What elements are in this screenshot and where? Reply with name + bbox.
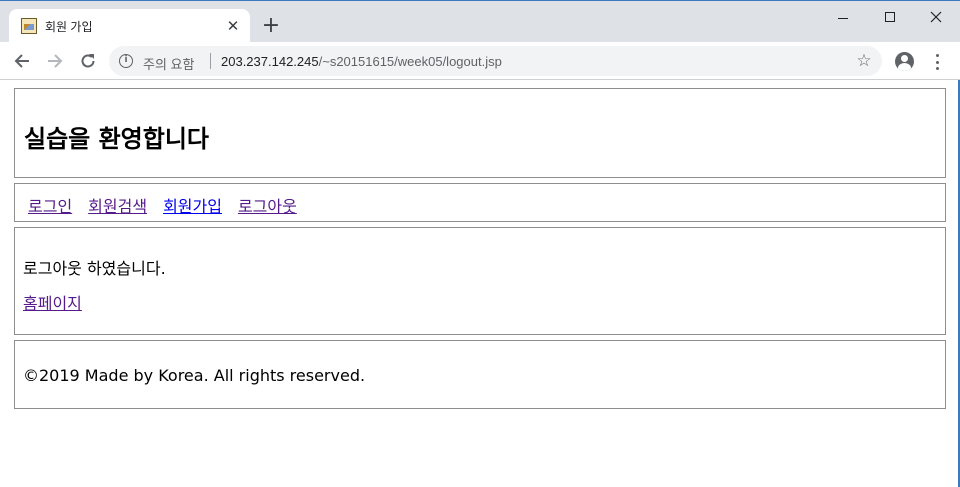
page-nav: 로그인 회원검색 회원가입 로그아웃: [14, 183, 946, 222]
address-bar[interactable]: i 주의 요함 203.237.142.245/~s20151615/week0…: [109, 46, 882, 76]
menu-dot: [935, 67, 939, 70]
page-header: 실습을 환영합니다: [14, 88, 946, 178]
nav-link-member-search[interactable]: 회원검색: [88, 193, 147, 217]
star-icon[interactable]: ☆: [855, 52, 873, 70]
maximize-icon: [885, 12, 895, 22]
tab-strip: 회원 가입 ✕ +: [0, 0, 960, 43]
home-link[interactable]: 홈페이지: [23, 290, 82, 314]
favicon-icon: [21, 18, 37, 34]
back-button[interactable]: [10, 49, 34, 73]
logout-message: 로그아웃 하였습니다.: [23, 259, 166, 278]
page-viewport: 실습을 환영합니다 로그인 회원검색 회원가입 로그아웃 로그아웃 하였습니다.…: [0, 80, 960, 487]
minimize-button[interactable]: [820, 5, 866, 29]
reload-button[interactable]: [76, 49, 100, 73]
close-window-button[interactable]: [913, 5, 959, 29]
url-text[interactable]: 203.237.142.245/~s20151615/week05/logout…: [221, 54, 502, 69]
new-tab-icon[interactable]: +: [260, 15, 282, 37]
close-tab-icon[interactable]: ✕: [223, 16, 243, 36]
browser-toolbar: i 주의 요함 203.237.142.245/~s20151615/week0…: [0, 42, 960, 80]
menu-dot: [935, 54, 939, 57]
tab-title: 회원 가입: [45, 20, 93, 34]
footer-text: ©2019 Made by Korea. All rights reserved…: [23, 366, 366, 385]
page-footer: ©2019 Made by Korea. All rights reserved…: [14, 340, 946, 409]
nav-links: 로그인 회원검색 회원가입 로그아웃: [28, 193, 297, 217]
url-host: 203.237.142.245: [221, 54, 319, 69]
browser-tab[interactable]: 회원 가입 ✕: [9, 9, 250, 43]
reload-icon: [81, 54, 95, 68]
forward-button[interactable]: [43, 49, 67, 73]
minimize-icon: [838, 17, 848, 19]
url-path: /~s20151615/week05/logout.jsp: [318, 54, 502, 69]
nav-link-signup[interactable]: 회원가입: [163, 193, 222, 217]
security-label[interactable]: 주의 요함: [143, 54, 194, 73]
arrow-forward-icon: [48, 54, 63, 68]
page-title: 실습을 환영합니다: [24, 125, 209, 153]
kebab-menu-icon[interactable]: [929, 52, 945, 72]
info-icon[interactable]: i: [119, 54, 133, 68]
main-content: 로그아웃 하였습니다. 홈페이지: [14, 227, 946, 335]
nav-link-logout[interactable]: 로그아웃: [238, 193, 297, 217]
menu-dot: [935, 60, 939, 64]
close-icon: [930, 11, 942, 23]
account-icon[interactable]: [895, 52, 914, 71]
arrow-back-icon: [14, 54, 29, 68]
maximize-button[interactable]: [867, 5, 913, 29]
nav-link-login[interactable]: 로그인: [28, 193, 72, 217]
separator: [210, 53, 211, 69]
